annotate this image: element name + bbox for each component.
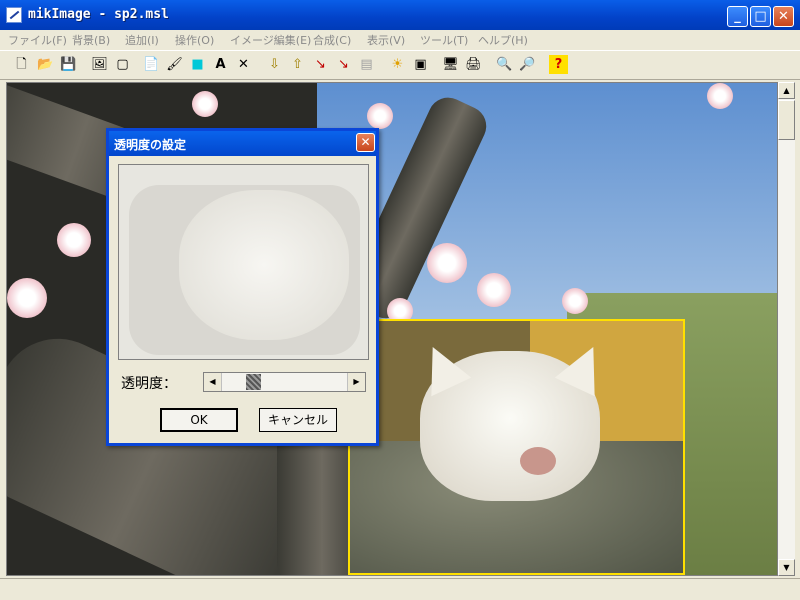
layer-down-icon[interactable]: ⇩ — [265, 55, 284, 74]
menu-background[interactable]: 背景(B) — [72, 32, 110, 48]
opacity-dialog: 透明度の設定 ✕ 透明度： ◀ ▶ OK キャンセル — [106, 128, 379, 446]
help-icon[interactable]: ? — [549, 55, 568, 74]
ok-button[interactable]: OK — [160, 408, 238, 432]
app-icon[interactable] — [6, 7, 22, 23]
vertical-scrollbar[interactable]: ▲ ▼ — [778, 82, 795, 576]
opacity-slider[interactable]: ◀ ▶ — [203, 372, 366, 392]
menu-tools[interactable]: ツール(T) — [420, 32, 468, 48]
curve-icon[interactable]: ↘ — [311, 55, 330, 74]
paint-icon[interactable]: 🖌 — [165, 55, 184, 74]
brightness-icon[interactable]: ☀ — [388, 55, 407, 74]
menu-bar: ファイル(F) 背景(B) 追加(I) 操作(O) イメージ編集(E) 合成(C… — [0, 30, 800, 49]
image-icon[interactable]: 🖼 — [90, 55, 109, 74]
fill-color-icon[interactable]: ■ — [188, 55, 207, 74]
maximize-button[interactable]: □ — [750, 6, 771, 27]
window-titlebar[interactable]: mikImage - sp2.msl _ □ ✕ — [0, 0, 800, 30]
slider-thumb[interactable] — [246, 374, 262, 390]
dialog-close-button[interactable]: ✕ — [356, 133, 375, 152]
menu-file[interactable]: ファイル(F) — [8, 32, 67, 48]
new-file-icon[interactable]: 🗋 — [12, 55, 31, 74]
frame-icon[interactable]: ▢ — [113, 55, 132, 74]
dialog-titlebar[interactable]: 透明度の設定 ✕ — [109, 131, 376, 156]
opacity-label: 透明度： — [121, 376, 177, 392]
curve-alt-icon[interactable]: ↘ — [334, 55, 353, 74]
print-icon[interactable]: 🖨 — [464, 55, 483, 74]
delete-icon[interactable]: ✕ — [234, 55, 253, 74]
menu-view[interactable]: 表示(V) — [367, 32, 405, 48]
slider-right-arrow[interactable]: ▶ — [347, 373, 365, 391]
disabled-icon: ▤ — [360, 57, 373, 72]
zoom-in-icon[interactable]: 🔍 — [495, 55, 514, 74]
menu-operation[interactable]: 操作(O) — [175, 32, 214, 48]
window-title: mikImage - sp2.msl — [28, 7, 169, 22]
status-bar — [0, 578, 800, 600]
slider-left-arrow[interactable]: ◀ — [204, 373, 222, 391]
text-icon[interactable]: A — [211, 55, 230, 74]
menu-add[interactable]: 追加(I) — [125, 32, 159, 48]
minimize-button[interactable]: _ — [727, 6, 748, 27]
menu-composite[interactable]: 合成(C) — [313, 32, 351, 48]
open-folder-icon[interactable]: 📂 — [36, 55, 55, 74]
toolbar: 🗋 📂 💾 🖼 ▢ 📄 🖌 ■ A ✕ ⇩ ⇧ ↘ ↘ ▤ ☀ ▣ 🖥 🖨 🔍 … — [0, 50, 800, 80]
layer-up-icon[interactable]: ⇧ — [288, 55, 307, 74]
save-icon[interactable]: 💾 — [59, 55, 78, 74]
monitor-icon[interactable]: 🖥 — [441, 55, 460, 74]
menu-image-edit[interactable]: イメージ編集(E) — [230, 32, 311, 48]
scroll-thumb[interactable] — [778, 100, 795, 140]
select-icon[interactable]: ▣ — [411, 55, 430, 74]
scroll-down-button[interactable]: ▼ — [778, 559, 795, 576]
dog-photo-layer[interactable] — [348, 319, 685, 575]
copy-icon[interactable]: 📄 — [142, 55, 161, 74]
scroll-up-button[interactable]: ▲ — [778, 82, 795, 99]
zoom-out-icon[interactable]: 🔎 — [518, 55, 537, 74]
cancel-button[interactable]: キャンセル — [259, 408, 337, 432]
menu-help[interactable]: ヘルプ(H) — [478, 32, 528, 48]
opacity-preview — [118, 164, 369, 360]
dialog-title: 透明度の設定 — [114, 138, 187, 152]
close-button[interactable]: ✕ — [773, 6, 794, 27]
